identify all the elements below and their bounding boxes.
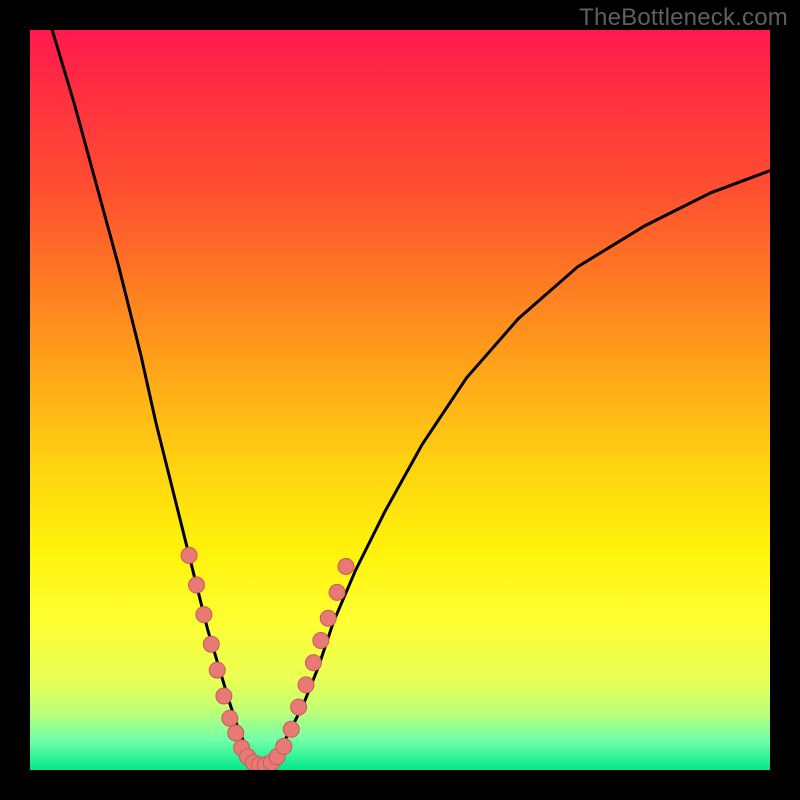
plot-area <box>30 30 770 770</box>
chart-svg <box>30 30 770 770</box>
chart-frame: TheBottleneck.com <box>0 0 800 800</box>
data-marker <box>203 636 219 652</box>
data-marker <box>181 547 197 563</box>
data-marker <box>276 738 292 754</box>
data-marker <box>228 725 244 741</box>
data-marker <box>209 662 225 678</box>
data-marker <box>216 688 232 704</box>
data-marker <box>189 577 205 593</box>
data-marker <box>283 721 299 737</box>
data-marker <box>313 633 329 649</box>
data-marker <box>305 655 321 671</box>
data-marker <box>291 699 307 715</box>
data-marker <box>222 710 238 726</box>
data-marker <box>320 610 336 626</box>
data-marker <box>196 607 212 623</box>
curve-right-segment <box>259 171 770 766</box>
data-marker <box>298 677 314 693</box>
data-marker <box>329 584 345 600</box>
data-marker <box>338 559 354 575</box>
watermark-text: TheBottleneck.com <box>579 4 788 32</box>
marker-group <box>181 547 354 770</box>
curve-left-segment <box>52 30 259 766</box>
